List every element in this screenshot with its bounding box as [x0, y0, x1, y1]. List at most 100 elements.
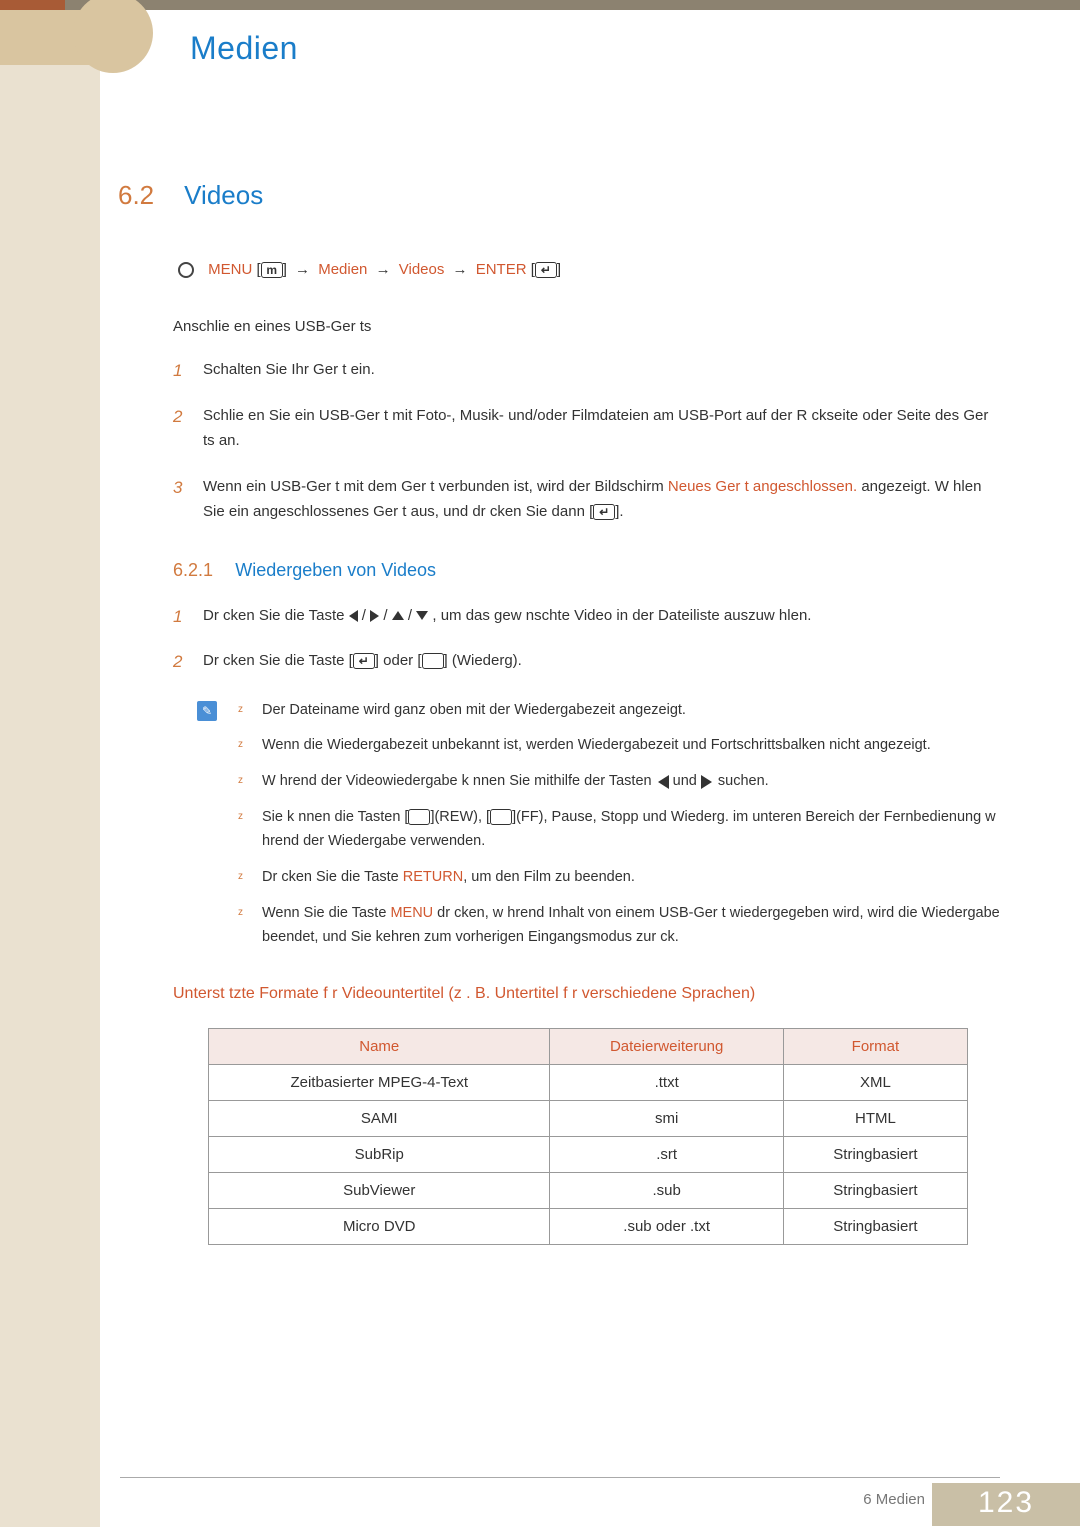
note-item: Der Dateiname wird ganz oben mit der Wie…	[238, 699, 1000, 723]
table-row: SAMI smi HTML	[209, 1100, 968, 1136]
chapter-number-badge	[73, 0, 153, 73]
section-heading: 6.2 Videos	[118, 180, 1000, 211]
usb-intro-text: Anschlie en eines USB-Ger ts	[173, 318, 1000, 335]
nav-item-medien: Medien	[318, 261, 367, 278]
table-cell: Stringbasiert	[783, 1136, 967, 1172]
menu-navigation-path: MENU [m] → Medien → Videos → ENTER [↵]	[178, 261, 1000, 278]
table-row: SubViewer .sub Stringbasiert	[209, 1172, 968, 1208]
right-arrow-icon	[370, 610, 379, 622]
page-content: 6.2 Videos MENU [m] → Medien → Videos → …	[118, 180, 1000, 1245]
table-cell: SubRip	[209, 1136, 550, 1172]
note-item: Wenn Sie die Taste MENU dr cken, w hrend…	[238, 902, 1000, 950]
step-number: 3	[173, 474, 182, 503]
step-text: Dr cken Sie die Taste [↵] oder [ ] (Wied…	[203, 652, 522, 669]
step-number: 2	[173, 403, 182, 432]
footer-divider	[120, 1477, 1000, 1478]
footer-chapter-label: 6 Medien	[863, 1491, 925, 1508]
note-text-part: und	[669, 773, 701, 789]
step-number: 2	[173, 648, 182, 677]
step-text-part: Wenn ein USB-Ger t mit dem Ger t verbund…	[203, 478, 668, 495]
note-item: Dr cken Sie die Taste RETURN, um den Fil…	[238, 866, 1000, 890]
up-arrow-icon	[392, 611, 404, 620]
enter-button-icon: ↵	[535, 262, 557, 278]
nav-menu-label: MENU	[208, 261, 252, 278]
rewind-arrow-icon	[658, 775, 669, 789]
down-arrow-icon	[416, 611, 428, 620]
top-bar-accent	[0, 0, 65, 10]
nav-bracket: ]	[283, 261, 291, 278]
step-number: 1	[173, 357, 182, 386]
left-margin-column	[0, 10, 100, 1527]
table-cell: smi	[550, 1100, 783, 1136]
step-text-part: Dr cken Sie die Taste [	[203, 652, 353, 669]
subsection-heading: 6.2.1 Wiedergeben von Videos	[173, 560, 1000, 581]
note-block: ✎ Der Dateiname wird ganz oben mit der W…	[203, 699, 1000, 950]
table-cell: Stringbasiert	[783, 1172, 967, 1208]
page-footer: 6 Medien 123	[100, 1477, 1080, 1527]
table-cell: .ttxt	[550, 1064, 783, 1100]
nav-bracket: ]	[557, 261, 561, 278]
step-text-part: ] oder [	[375, 652, 422, 669]
step-text-part: , um das gew nschte Video in der Dateili…	[432, 607, 811, 624]
note-item: W hrend der Videowiedergabe k nnen Sie m…	[238, 770, 1000, 794]
step-item: 1 Dr cken Sie die Taste / / / , um das g…	[173, 603, 1000, 629]
note-text-part: Wenn Sie die Taste	[262, 905, 390, 921]
remote-icon	[178, 262, 194, 278]
top-bar	[0, 0, 1080, 10]
step-item: 2 Dr cken Sie die Taste [↵] oder [ ] (Wi…	[173, 648, 1000, 674]
nav-item-videos: Videos	[399, 261, 445, 278]
step-text: Wenn ein USB-Ger t mit dem Ger t verbund…	[203, 478, 981, 521]
left-arrow-icon	[349, 610, 358, 622]
step-text: Schalten Sie Ihr Ger t ein.	[203, 361, 375, 378]
section-title: Videos	[184, 180, 263, 211]
arrow-icon: →	[453, 261, 468, 278]
table-row: Micro DVD .sub oder .txt Stringbasiert	[209, 1208, 968, 1244]
note-text-part: ](REW), [	[430, 809, 490, 825]
playback-steps-list: 1 Dr cken Sie die Taste / / / , um das g…	[173, 603, 1000, 674]
step-text-part: ] (Wiederg).	[444, 652, 522, 669]
step-item: 2 Schlie en Sie ein USB-Ger t mit Foto-,…	[173, 403, 1000, 454]
table-header-name: Name	[209, 1028, 550, 1064]
table-header-row: Name Dateierweiterung Format	[209, 1028, 968, 1064]
table-row: SubRip .srt Stringbasiert	[209, 1136, 968, 1172]
note-list: Der Dateiname wird ganz oben mit der Wie…	[238, 699, 1000, 950]
m-button-icon: m	[261, 262, 283, 278]
table-cell: .srt	[550, 1136, 783, 1172]
rew-button-icon	[408, 809, 430, 825]
section-number: 6.2	[118, 180, 180, 211]
note-text-part: suchen.	[714, 773, 769, 789]
note-text-part: Sie k nnen die Tasten [	[262, 809, 408, 825]
forward-arrow-icon	[701, 775, 712, 789]
chapter-title: Medien	[190, 30, 298, 67]
table-cell: Zeitbasierter MPEG-4-Text	[209, 1064, 550, 1100]
table-cell: XML	[783, 1064, 967, 1100]
step-item: 1 Schalten Sie Ihr Ger t ein.	[173, 357, 1000, 383]
subsection-title: Wiedergeben von Videos	[235, 560, 436, 580]
step-text-part: Dr cken Sie die Taste	[203, 607, 349, 624]
subtitle-formats-heading: Unterst tzte Formate f r Videountertitel…	[173, 985, 1000, 1003]
table-cell: SubViewer	[209, 1172, 550, 1208]
step-text: Schlie en Sie ein USB-Ger t mit Foto-, M…	[203, 407, 988, 450]
note-text-part: Dr cken Sie die Taste	[262, 869, 403, 885]
play-button-icon	[422, 653, 444, 669]
step-text: Dr cken Sie die Taste / / / , um das gew…	[203, 607, 811, 624]
enter-button-icon: ↵	[593, 504, 615, 520]
step-number: 1	[173, 603, 182, 632]
note-item: Wenn die Wiedergabezeit unbekannt ist, w…	[238, 734, 1000, 758]
note-icon: ✎	[197, 701, 217, 721]
arrow-icon: →	[376, 261, 391, 278]
subsection-number: 6.2.1	[173, 560, 213, 580]
arrow-icon: →	[295, 261, 310, 278]
table-cell: .sub	[550, 1172, 783, 1208]
table-cell: SAMI	[209, 1100, 550, 1136]
table-header-extension: Dateierweiterung	[550, 1028, 783, 1064]
note-item: Sie k nnen die Tasten [ ](REW), [ ](FF),…	[238, 806, 1000, 854]
table-cell: Micro DVD	[209, 1208, 550, 1244]
ff-button-icon	[490, 809, 512, 825]
subtitle-formats-table: Name Dateierweiterung Format Zeitbasiert…	[208, 1028, 968, 1245]
enter-button-icon: ↵	[353, 653, 375, 669]
page-number: 123	[932, 1483, 1080, 1526]
step-highlight: Neues Ger t angeschlossen.	[668, 478, 857, 495]
return-keyword: RETURN	[403, 869, 463, 885]
table-row: Zeitbasierter MPEG-4-Text .ttxt XML	[209, 1064, 968, 1100]
